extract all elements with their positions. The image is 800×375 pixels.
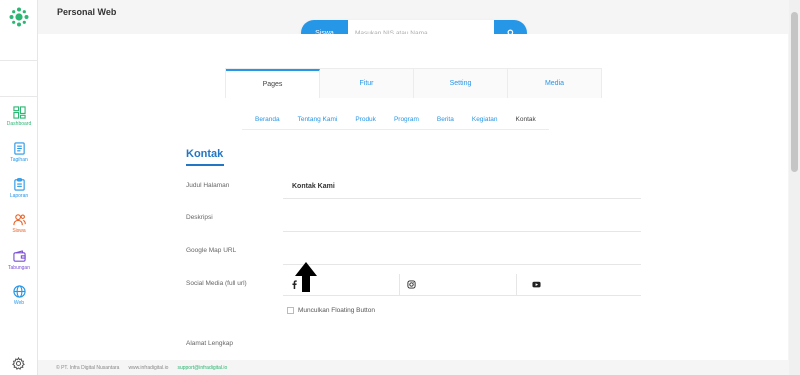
subnav-produk[interactable]: Produk <box>346 110 385 129</box>
tab-fitur[interactable]: Fitur <box>320 69 414 98</box>
page-subnav: Beranda Tentang Kami Produk Program Beri… <box>242 110 549 130</box>
instagram-url-field[interactable] <box>400 274 517 295</box>
sidebar-divider <box>0 60 38 61</box>
report-icon <box>13 178 25 191</box>
floating-button-option[interactable]: Munculkan Floating Button <box>287 307 375 314</box>
globe-icon <box>12 285 26 298</box>
tab-setting[interactable]: Setting <box>414 69 508 98</box>
students-icon <box>12 214 26 226</box>
sidebar-item-tabungan[interactable]: Tabungan <box>0 250 38 280</box>
wallet-icon <box>12 250 26 262</box>
scrollbar-thumb[interactable] <box>791 12 798 172</box>
youtube-url-field[interactable] <box>517 274 641 295</box>
sidebar-item-label: Tagihan <box>10 157 28 163</box>
footer-email-link[interactable]: support@infradigital.io <box>177 365 227 371</box>
subnav-kegiatan[interactable]: Kegiatan <box>463 110 507 129</box>
sidebar-item-label: Laporan <box>9 193 29 199</box>
social-media-label: Social Media (full url) <box>186 280 247 287</box>
tab-pages[interactable]: Pages <box>226 69 320 98</box>
tab-media[interactable]: Media <box>508 69 601 98</box>
sidebar-item-label: Dashboard <box>6 121 32 127</box>
sidebar-item-laporan[interactable]: Laporan <box>0 178 38 208</box>
footer-website-link[interactable]: www.infradigital.io <box>128 365 168 371</box>
subnav-kontak[interactable]: Kontak <box>507 110 545 129</box>
judul-label: Judul Halaman <box>186 182 230 189</box>
section-title: Kontak <box>186 148 224 160</box>
footer-copyright: © PT. Infra Digital Nusantara <box>56 365 120 371</box>
sidebar-item-web[interactable]: Web <box>0 285 38 315</box>
alamat-label: Alamat Lengkap <box>186 340 233 347</box>
section-underline <box>186 164 224 166</box>
sidebar-item-label: Web <box>13 300 25 306</box>
page-title: Personal Web <box>57 7 117 17</box>
arrow-up-icon <box>295 262 317 292</box>
social-media-fields <box>283 274 641 296</box>
map-url-field[interactable] <box>283 264 641 265</box>
floating-button-label: Munculkan Floating Button <box>298 307 375 314</box>
app-logo[interactable] <box>0 0 38 34</box>
logo-icon <box>9 7 29 27</box>
sidebar-divider <box>0 96 38 97</box>
sidebar-item-tagihan[interactable]: Tagihan <box>0 142 38 172</box>
sidebar-item-label: Tabungan <box>8 265 30 271</box>
instagram-icon <box>407 280 416 289</box>
sidebar-item-siswa[interactable]: Siswa <box>0 213 38 243</box>
tab-bar: Pages Fitur Setting Media <box>225 68 602 98</box>
judul-underline <box>283 198 641 199</box>
gear-icon[interactable] <box>12 357 25 370</box>
subnav-tentang-kami[interactable]: Tentang Kami <box>289 110 347 129</box>
dashboard-icon <box>12 106 26 119</box>
scrollbar[interactable] <box>789 0 800 375</box>
content-panel: Pages Fitur Setting Media Beranda Tentan… <box>38 34 788 360</box>
invoice-icon <box>13 142 25 155</box>
subnav-program[interactable]: Program <box>385 110 428 129</box>
sidebar-item-label: Siswa <box>12 228 26 234</box>
judul-field[interactable]: Kontak Kami <box>292 183 335 190</box>
subnav-beranda[interactable]: Beranda <box>246 110 289 129</box>
deskripsi-label: Deskripsi <box>186 214 213 221</box>
map-url-label: Google Map URL <box>186 247 237 254</box>
sidebar: Dashboard Tagihan Laporan Siswa Tabungan… <box>0 0 38 375</box>
footer: © PT. Infra Digital Nusantara www.infrad… <box>56 365 236 371</box>
floating-button-checkbox[interactable] <box>287 307 294 314</box>
top-bar: Personal Web Siswa <box>38 0 800 46</box>
subnav-berita[interactable]: Berita <box>428 110 463 129</box>
youtube-icon <box>532 281 541 288</box>
deskripsi-field[interactable] <box>283 231 641 232</box>
sidebar-item-dashboard[interactable]: Dashboard <box>0 106 38 136</box>
